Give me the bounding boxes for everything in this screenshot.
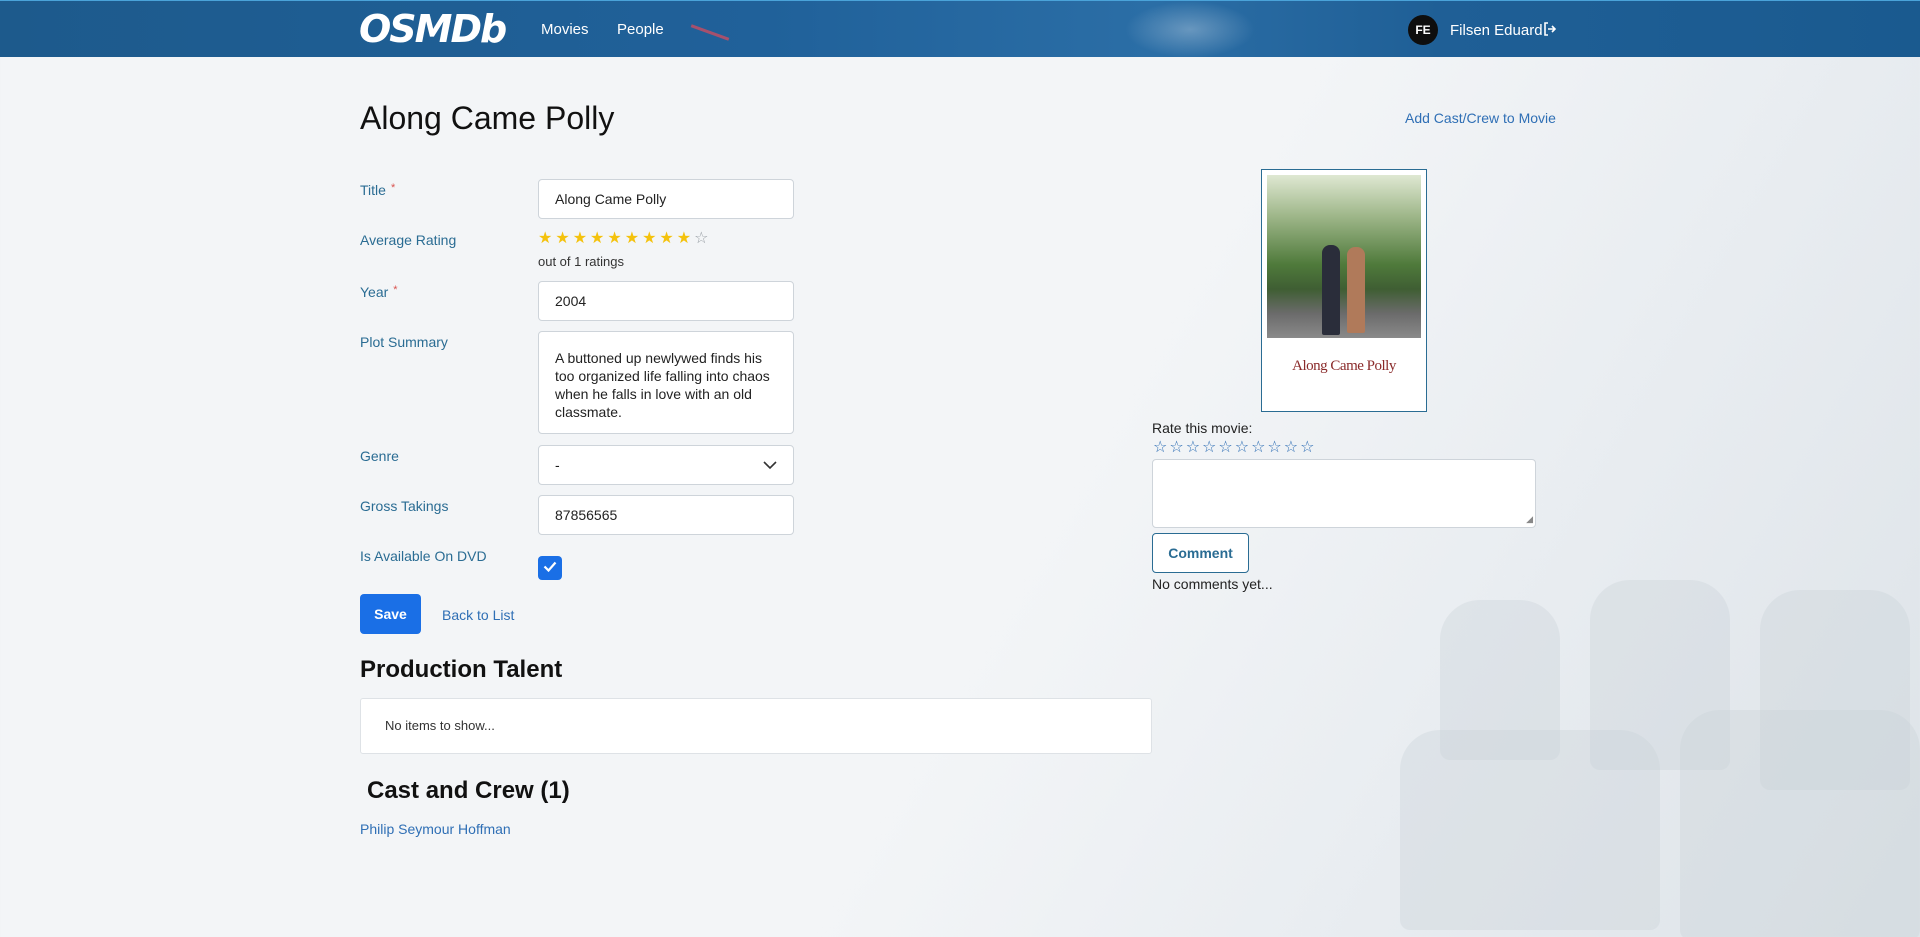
background-seats — [1360, 520, 1920, 937]
plot-summary-label: Plot Summary — [360, 334, 448, 350]
rate-star-icon[interactable]: ☆ — [1218, 439, 1232, 457]
average-rating-stars: ★ ★ ★ ★ ★ ★ ★ ★ ★ ☆ — [538, 230, 708, 248]
save-button[interactable]: Save — [360, 594, 421, 634]
nav-link-people[interactable]: People — [617, 21, 664, 38]
site-logo[interactable]: OSMDb — [359, 7, 507, 51]
star-filled-icon: ★ — [538, 230, 553, 247]
rate-star-icon[interactable]: ☆ — [1202, 439, 1216, 457]
poster-image — [1267, 175, 1421, 338]
production-talent-empty: No items to show... — [360, 698, 1152, 754]
navbar: OSMDb Movies People FE Filsen Eduard — [0, 0, 1920, 58]
chevron-down-icon — [763, 457, 777, 473]
header-decoration — [1125, 1, 1255, 58]
gross-takings-label: Gross Takings — [360, 498, 449, 514]
star-empty-icon: ☆ — [694, 230, 709, 247]
poster-title: Along Came Polly — [1292, 358, 1396, 374]
average-rating-label: Average Rating — [360, 232, 457, 248]
star-filled-icon: ★ — [572, 230, 588, 247]
rate-star-icon[interactable]: ☆ — [1267, 439, 1281, 457]
ratings-count: out of 1 ratings — [538, 254, 624, 269]
production-talent-heading: Production Talent — [360, 656, 563, 683]
star-filled-icon: ★ — [676, 230, 692, 247]
resize-handle-icon[interactable]: ◢ — [1526, 514, 1533, 525]
dvd-label: Is Available On DVD — [360, 548, 487, 564]
check-icon — [543, 559, 557, 577]
rate-movie-label: Rate this movie: — [1152, 420, 1253, 436]
star-filled-icon: ★ — [624, 230, 640, 247]
dvd-checkbox[interactable] — [538, 556, 562, 580]
header-decoration-laser — [690, 24, 730, 41]
comment-button[interactable]: Comment — [1152, 533, 1249, 573]
page-title: Along Came Polly — [360, 100, 615, 136]
title-input[interactable] — [538, 179, 794, 219]
star-filled-icon: ★ — [590, 230, 605, 247]
rate-movie-stars[interactable]: ☆ ☆ ☆ ☆ ☆ ☆ ☆ ☆ ☆ ☆ — [1153, 439, 1314, 457]
required-marker: * — [390, 182, 396, 194]
add-cast-crew-link[interactable]: Add Cast/Crew to Movie — [1405, 110, 1556, 126]
avatar[interactable]: FE — [1408, 15, 1438, 45]
genre-select[interactable]: - — [538, 445, 794, 485]
gross-takings-input[interactable] — [538, 495, 794, 535]
star-filled-icon: ★ — [607, 230, 622, 247]
rate-star-icon[interactable]: ☆ — [1235, 439, 1249, 457]
logo-text: OSMDb — [359, 7, 507, 51]
year-label: Year * — [360, 284, 398, 300]
comment-textarea[interactable]: ◢ — [1152, 459, 1536, 528]
cast-member-link[interactable]: Philip Seymour Hoffman — [360, 821, 511, 837]
no-comments-text: No comments yet... — [1152, 576, 1273, 592]
nav-link-movies[interactable]: Movies — [541, 21, 589, 38]
rate-star-icon[interactable]: ☆ — [1153, 439, 1167, 457]
rate-star-icon[interactable]: ☆ — [1169, 439, 1183, 457]
title-label: Title * — [360, 182, 396, 198]
user-name[interactable]: Filsen Eduard — [1450, 22, 1543, 39]
cast-crew-heading: Cast and Crew (1) — [367, 777, 570, 804]
star-filled-icon: ★ — [555, 230, 570, 247]
rate-star-icon[interactable]: ☆ — [1186, 439, 1200, 457]
logout-icon[interactable] — [1543, 22, 1557, 39]
movie-poster: Along Came Polly — [1261, 169, 1427, 412]
genre-label: Genre — [360, 448, 399, 464]
genre-selected-value: - — [555, 457, 560, 473]
rate-star-icon[interactable]: ☆ — [1251, 439, 1265, 457]
star-filled-icon: ★ — [642, 230, 657, 247]
plot-summary-textarea[interactable]: A buttoned up newlywed finds his too org… — [538, 331, 794, 434]
required-marker: * — [393, 284, 398, 296]
rate-star-icon[interactable]: ☆ — [1300, 439, 1314, 457]
back-to-list-link[interactable]: Back to List — [442, 607, 514, 623]
star-filled-icon: ★ — [659, 230, 674, 247]
rate-star-icon[interactable]: ☆ — [1284, 439, 1298, 457]
year-input[interactable] — [538, 281, 794, 321]
